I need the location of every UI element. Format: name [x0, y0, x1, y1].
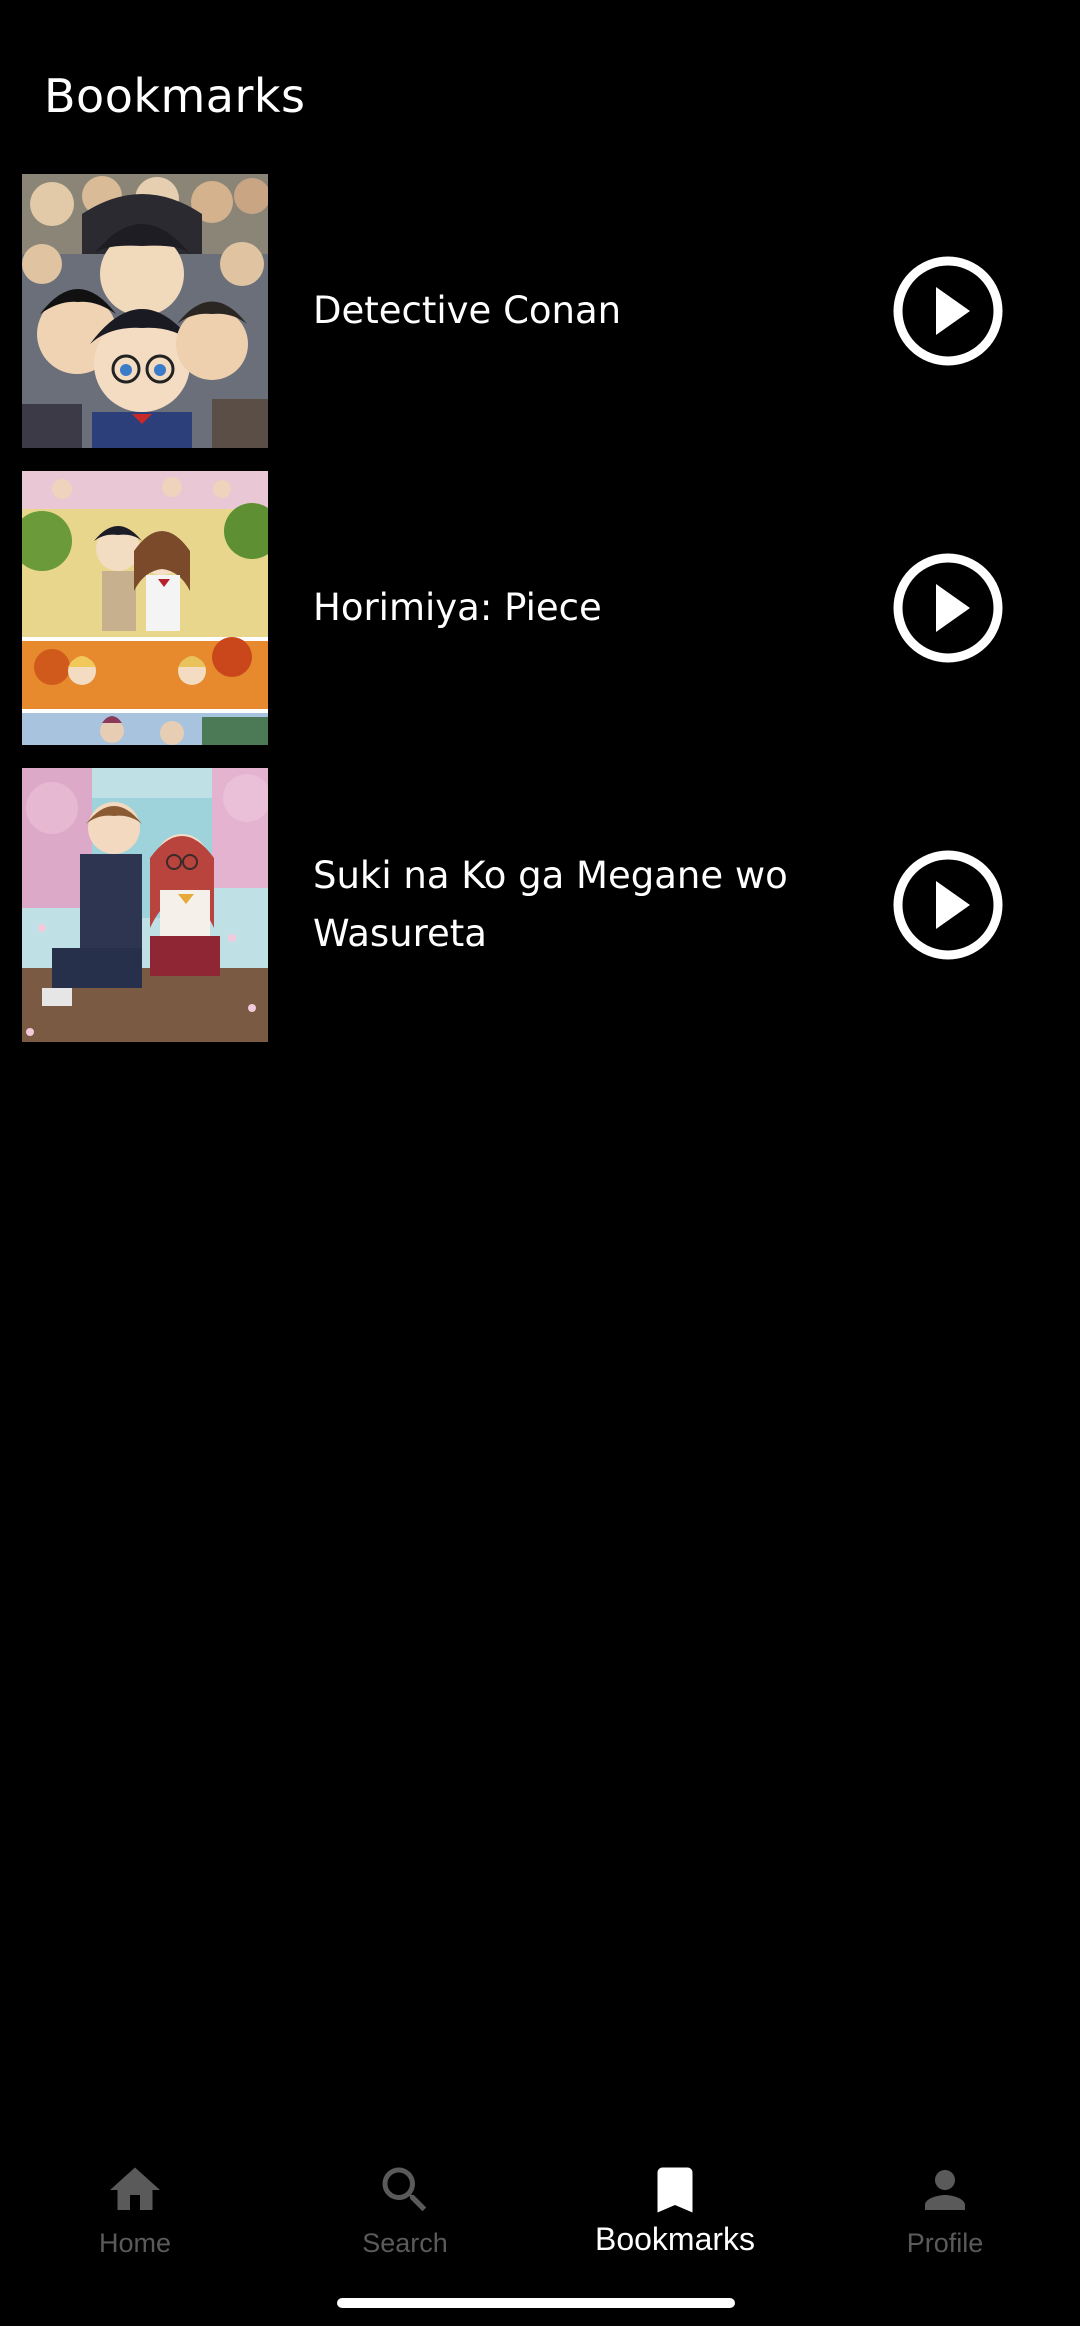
nav-label-search: Search [362, 2228, 448, 2258]
nav-item-search[interactable]: Search [270, 2140, 540, 2270]
list-item[interactable]: Detective Conan [0, 174, 1080, 448]
bookmark-icon [645, 2160, 705, 2220]
bookmark-title[interactable]: Suki na Ko ga Megane wo Wasureta [313, 847, 833, 963]
nav-label-home: Home [98, 2228, 172, 2258]
suki-na-ko-poster[interactable] [22, 768, 268, 1042]
bookmark-title[interactable]: Detective Conan [313, 282, 833, 340]
horimiya-piece-poster[interactable] [22, 471, 268, 745]
play-icon [893, 850, 1003, 960]
play-icon [893, 256, 1003, 366]
play-button[interactable] [892, 255, 1004, 367]
list-item[interactable]: Suki na Ko ga Megane wo Wasureta [0, 768, 1080, 1042]
search-icon [375, 2160, 435, 2220]
home-icon [105, 2160, 165, 2220]
person-icon [915, 2160, 975, 2220]
nav-label-profile: Profile [906, 2228, 984, 2258]
play-button[interactable] [892, 552, 1004, 664]
bottom-navigation: Home Search Bookmarks Profile [0, 2140, 1080, 2270]
nav-item-home[interactable]: Home [0, 2140, 270, 2270]
detective-conan-poster[interactable] [22, 174, 268, 448]
list-item[interactable]: Horimiya: Piece [0, 471, 1080, 745]
bookmark-list: Detective Conan Horimiya: Piece Suki na … [0, 174, 1080, 1065]
nav-item-profile[interactable]: Profile [810, 2140, 1080, 2270]
play-icon [893, 553, 1003, 663]
bookmark-title[interactable]: Horimiya: Piece [313, 579, 833, 637]
page-title: Bookmarks [44, 69, 306, 123]
nav-item-bookmarks[interactable]: Bookmarks [540, 2140, 810, 2270]
home-indicator[interactable] [337, 2298, 735, 2308]
nav-label-bookmarks: Bookmarks [594, 2221, 756, 2257]
play-button[interactable] [892, 849, 1004, 961]
